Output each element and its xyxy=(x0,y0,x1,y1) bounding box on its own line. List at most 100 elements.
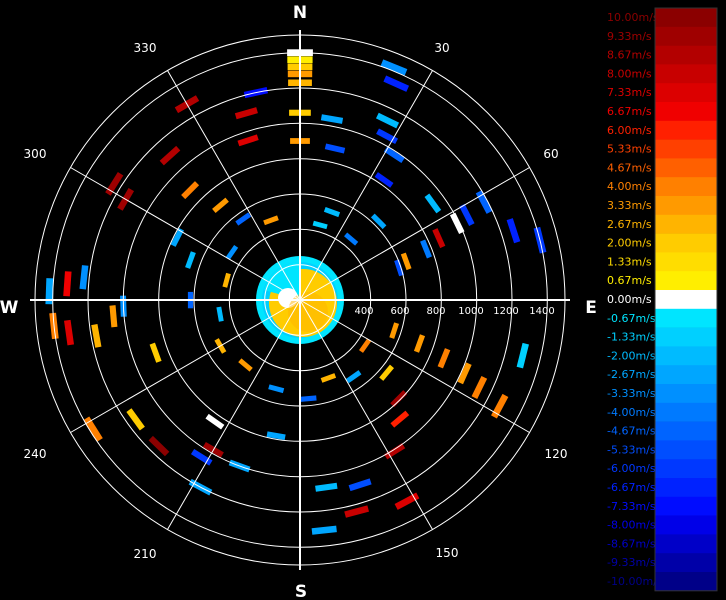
colorbar-label-6: 6.00m/s xyxy=(607,124,652,137)
return-mark-19 xyxy=(159,145,181,166)
colorbar-swatch-8 xyxy=(655,158,717,178)
colorbar-label-28: -8.67m/s xyxy=(607,537,656,550)
colorbar-swatch-29 xyxy=(655,553,717,573)
colorbar-label-5: 6.67m/s xyxy=(607,105,652,118)
azimuth-label-240: 240 xyxy=(24,447,47,461)
colorbar-label-27: -8.00m/s xyxy=(607,519,656,532)
return-mark-66 xyxy=(400,252,412,271)
return-mark-33 xyxy=(109,305,118,328)
colorbar-swatch-3 xyxy=(655,64,717,84)
colorbar-swatch-18 xyxy=(655,346,717,366)
return-mark-46 xyxy=(311,525,337,535)
return-mark-75 xyxy=(263,215,279,226)
return-mark-8 xyxy=(383,75,410,92)
return-mark-44 xyxy=(266,431,286,441)
colorbar-label-23: -5.33m/s xyxy=(607,443,656,456)
colorbar-label-30: -10.00m/s xyxy=(607,575,663,588)
colorbar-swatch-12 xyxy=(655,233,717,253)
return-mark-64 xyxy=(432,228,446,249)
colorbar-swatch-10 xyxy=(655,196,717,216)
return-mark-77 xyxy=(225,244,239,260)
return-mark-28 xyxy=(79,265,89,290)
colorbar-label-22: -4.67m/s xyxy=(607,425,656,438)
return-mark-45 xyxy=(315,482,338,492)
spoke-60 xyxy=(299,167,530,301)
colorbar-swatch-19 xyxy=(655,365,717,385)
return-mark-55 xyxy=(471,375,488,400)
return-mark-22 xyxy=(105,172,124,196)
return-mark-71 xyxy=(370,213,387,230)
colorbar-swatch-25 xyxy=(655,478,717,498)
colorbar-label-18: -2.00m/s xyxy=(607,349,656,362)
colorbar-swatch-11 xyxy=(655,214,717,234)
near-field-orange-patch xyxy=(288,292,328,332)
colorbar-swatch-1 xyxy=(655,26,717,46)
return-mark-14 xyxy=(324,143,346,154)
colorbar-label-1: 9.33m/s xyxy=(607,30,652,43)
azimuth-label-30: 30 xyxy=(434,41,449,55)
colorbar-label-15: 0.00m/s xyxy=(607,293,652,306)
return-mark-57 xyxy=(437,348,451,369)
colorbar-label-3: 8.00m/s xyxy=(607,67,652,80)
colorbar-swatch-30 xyxy=(655,572,717,592)
azimuth-label-330: 330 xyxy=(134,41,157,55)
range-label-400: 400 xyxy=(354,306,373,317)
colorbar-swatch-26 xyxy=(655,496,717,516)
azimuth-label-210: 210 xyxy=(134,547,157,561)
colorbar-swatch-21 xyxy=(655,402,717,422)
return-mark-52 xyxy=(390,390,408,408)
spoke-150 xyxy=(299,299,433,530)
return-mark-79 xyxy=(216,306,224,322)
cardinal-west: W xyxy=(0,298,19,318)
return-mark-65 xyxy=(420,239,433,259)
colorbar-label-21: -4.00m/s xyxy=(607,406,656,419)
colorbar-label-11: 2.67m/s xyxy=(607,218,652,231)
colorbar-label-16: -0.67m/s xyxy=(607,312,656,325)
polar-grid xyxy=(30,30,570,570)
colorbar-label-9: 4.00m/s xyxy=(607,180,652,193)
return-mark-59 xyxy=(389,322,400,339)
return-mark-17 xyxy=(237,134,259,147)
colorbar-swatch-22 xyxy=(655,421,717,441)
colorbar-swatch-20 xyxy=(655,384,717,404)
return-mark-47 xyxy=(344,505,370,518)
colorbar-swatch-17 xyxy=(655,327,717,347)
colorbar-label-8: 4.67m/s xyxy=(607,161,652,174)
return-mark-48 xyxy=(348,478,372,492)
colorbar-swatch-24 xyxy=(655,459,717,479)
return-mark-72 xyxy=(344,232,359,246)
spoke-30 xyxy=(299,70,433,301)
colorbar-label-10: 3.33m/s xyxy=(607,199,652,212)
colorbar-swatch-7 xyxy=(655,139,717,159)
spoke-300 xyxy=(70,167,301,301)
return-mark-81 xyxy=(238,358,253,372)
return-mark-60 xyxy=(516,342,529,369)
return-mark-73 xyxy=(323,207,341,218)
return-mark-42 xyxy=(205,413,225,430)
azimuth-label-150: 150 xyxy=(436,546,459,560)
return-mark-69 xyxy=(506,218,521,244)
azimuth-label-120: 120 xyxy=(545,447,568,461)
colorbar-swatch-13 xyxy=(655,252,717,272)
return-mark-35 xyxy=(149,342,162,363)
return-mark-9 xyxy=(375,112,400,129)
colorbar-swatch-0 xyxy=(655,8,717,28)
colorbar-swatch-28 xyxy=(655,534,717,554)
colorbar-swatch-5 xyxy=(655,102,717,122)
range-label-800: 800 xyxy=(426,306,445,317)
colorbar-label-0: 10.00m/s xyxy=(607,11,659,24)
azimuth-label-300: 300 xyxy=(24,147,47,161)
range-label-1000: 1000 xyxy=(458,306,483,317)
spoke-210 xyxy=(167,299,301,530)
colorbar-label-13: 1.33m/s xyxy=(607,255,652,268)
cardinal-east: E xyxy=(585,298,597,318)
return-mark-56 xyxy=(457,362,472,385)
cardinal-south: S xyxy=(295,582,307,600)
return-mark-70 xyxy=(424,193,442,214)
range-label-1200: 1200 xyxy=(493,306,518,317)
cardinal-north: N xyxy=(293,3,307,23)
return-mark-51 xyxy=(390,410,410,428)
return-mark-38 xyxy=(148,435,170,457)
colorbar-label-24: -6.00m/s xyxy=(607,462,656,475)
return-mark-37 xyxy=(126,408,145,431)
